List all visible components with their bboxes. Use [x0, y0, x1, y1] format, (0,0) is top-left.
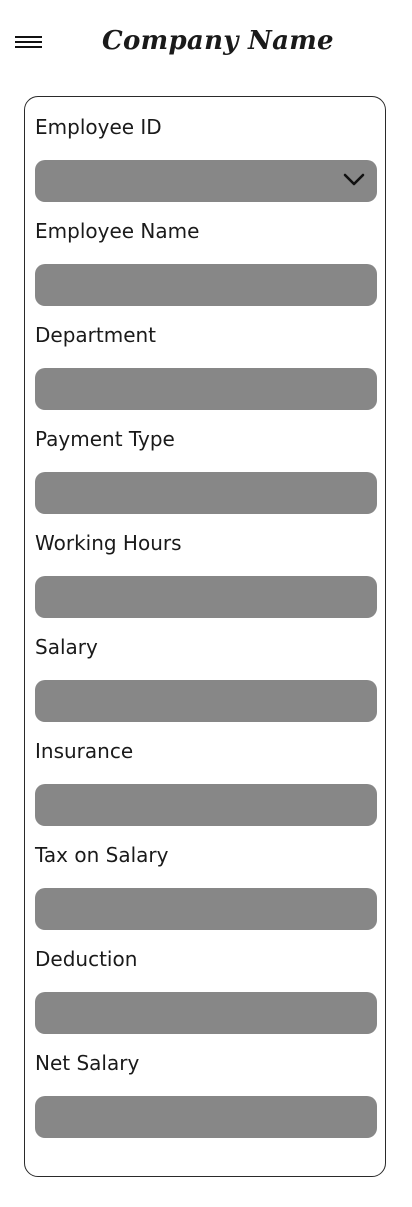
salary-input[interactable]	[35, 680, 377, 722]
deduction-label: Deduction	[35, 947, 138, 971]
field-payment-type: Payment Type	[35, 409, 377, 514]
field-deduction: Deduction	[35, 929, 377, 1034]
app-header: Company Name	[0, 0, 412, 90]
field-salary: Salary	[35, 617, 377, 722]
chevron-down-icon[interactable]	[343, 173, 365, 187]
salary-label: Salary	[35, 635, 98, 659]
insurance-input[interactable]	[35, 784, 377, 826]
field-tax-on-salary: Tax on Salary	[35, 825, 377, 930]
department-label: Department	[35, 323, 157, 347]
field-employee-id: Employee ID	[35, 97, 377, 202]
payment-type-input[interactable]	[35, 472, 377, 514]
tax-on-salary-input[interactable]	[35, 888, 377, 930]
tax-on-salary-label: Tax on Salary	[35, 843, 169, 867]
employee-id-label: Employee ID	[35, 115, 162, 139]
department-input[interactable]	[35, 368, 377, 410]
field-net-salary: Net Salary	[35, 1033, 377, 1138]
hamburger-menu-icon[interactable]	[15, 36, 43, 52]
working-hours-label: Working Hours	[35, 531, 182, 555]
payment-type-label: Payment Type	[35, 427, 175, 451]
working-hours-input[interactable]	[35, 576, 377, 618]
field-working-hours: Working Hours	[35, 513, 377, 618]
net-salary-input[interactable]	[35, 1096, 377, 1138]
page-title: Company Name	[102, 26, 334, 56]
net-salary-label: Net Salary	[35, 1051, 140, 1075]
field-insurance: Insurance	[35, 721, 377, 826]
insurance-label: Insurance	[35, 739, 134, 763]
employee-name-input[interactable]	[35, 264, 377, 306]
employee-form: Employee ID Employee Name Department Pay…	[24, 96, 386, 1177]
field-department: Department	[35, 305, 377, 410]
deduction-input[interactable]	[35, 992, 377, 1034]
field-employee-name: Employee Name	[35, 201, 377, 306]
employee-name-label: Employee Name	[35, 219, 200, 243]
employee-id-dropdown[interactable]	[35, 160, 377, 202]
